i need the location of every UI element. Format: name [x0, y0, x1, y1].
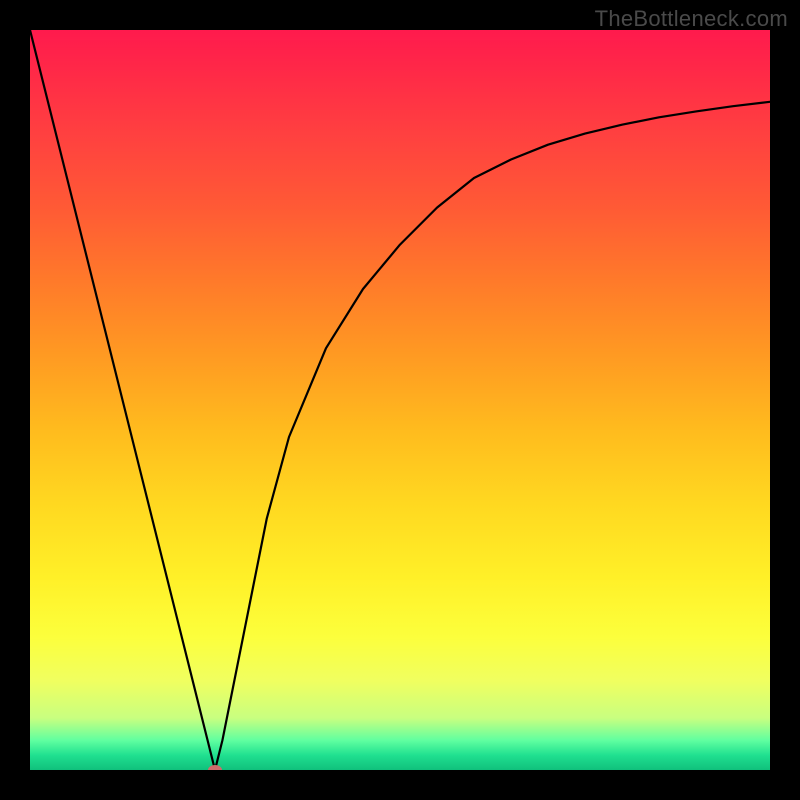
- watermark-text: TheBottleneck.com: [595, 6, 788, 32]
- min-marker-icon: [208, 765, 222, 770]
- plot-area: [30, 30, 770, 770]
- bottleneck-curve: [30, 30, 770, 770]
